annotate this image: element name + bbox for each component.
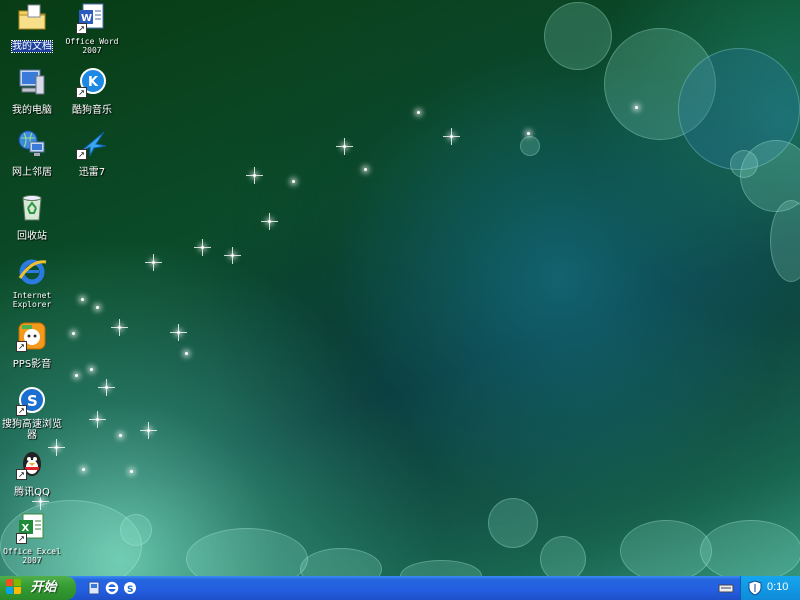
word-icon: W ↗	[76, 2, 108, 34]
desktop-icon-my-documents[interactable]: 我的文档	[0, 2, 64, 53]
svg-text:S: S	[127, 585, 133, 595]
icon-label: 酷狗音乐	[72, 105, 112, 116]
desktop-icon-sogou-browser[interactable]: S ↗ 搜狗高速浏览器	[0, 384, 64, 442]
system-tray: 0:10	[740, 576, 800, 600]
bokeh	[520, 136, 540, 156]
sparkle	[201, 239, 204, 256]
bokeh	[700, 520, 800, 582]
excel-icon: X ↗	[16, 512, 48, 544]
bokeh	[544, 2, 612, 70]
pps-icon: ↗	[16, 320, 48, 352]
bokeh	[730, 150, 758, 178]
desktop-icon-office-excel[interactable]: X ↗ Office Excel 2007	[0, 512, 64, 567]
desktop-icon-xunlei[interactable]: ↗ 迅雷7	[60, 128, 124, 179]
sparkle	[75, 374, 78, 377]
sparkle	[147, 422, 150, 439]
svg-text:K: K	[88, 75, 99, 90]
sparkle	[90, 368, 93, 371]
desktop-icon-my-computer[interactable]: 我的电脑	[0, 66, 64, 117]
sparkle	[96, 411, 99, 428]
icon-label: 我的文档	[11, 40, 53, 53]
network-icon	[16, 128, 48, 160]
sparkle	[185, 352, 188, 355]
recycle-bin-icon	[16, 192, 48, 224]
desktop-icon-recycle-bin[interactable]: 回收站	[0, 192, 64, 243]
clock[interactable]: 0:10	[767, 581, 788, 593]
xunlei-bird-icon: ↗	[76, 128, 108, 160]
bokeh	[620, 520, 712, 582]
shortcut-arrow-icon: ↗	[16, 405, 27, 416]
icon-label: 迅雷7	[78, 167, 106, 178]
sparkle	[292, 180, 295, 183]
shortcut-arrow-icon: ↗	[16, 469, 27, 480]
sparkle	[118, 319, 121, 336]
icon-label: Office Excel 2007	[3, 547, 61, 565]
sparkle	[96, 306, 99, 309]
icon-label: PPS影音	[12, 359, 52, 370]
sparkle	[81, 298, 84, 301]
sparkle	[152, 254, 155, 271]
icon-label: 网上邻居	[12, 167, 52, 178]
shortcut-arrow-icon: ↗	[76, 87, 87, 98]
sparkle	[343, 138, 346, 155]
computer-icon	[16, 66, 48, 98]
start-label: 开始	[30, 580, 57, 595]
show-desktop-icon[interactable]	[86, 580, 102, 596]
ie-icon	[16, 256, 48, 288]
desktop-icon-pps[interactable]: ↗ PPS影音	[0, 320, 64, 371]
sparkle	[39, 493, 42, 510]
ie-icon[interactable]	[104, 580, 120, 596]
taskbar: 开始 S 0:10	[0, 576, 800, 600]
sogou-browser-icon: S ↗	[16, 384, 48, 416]
shortcut-arrow-icon: ↗	[76, 23, 87, 34]
sparkle	[231, 247, 234, 264]
sparkle	[130, 470, 133, 473]
icon-label: Office Word 2007	[65, 37, 119, 55]
shortcut-arrow-icon: ↗	[16, 533, 27, 544]
sparkle	[119, 434, 122, 437]
icon-label: 搜狗高速浏览器	[2, 419, 62, 441]
sparkle	[72, 332, 75, 335]
sparkle	[105, 379, 108, 396]
desktop-icon-kugou-music[interactable]: K ↗ 酷狗音乐	[60, 66, 124, 117]
icon-label: 腾讯QQ	[14, 487, 50, 498]
sparkle	[253, 167, 256, 184]
bokeh	[770, 200, 800, 282]
desktop-icon-office-word[interactable]: W ↗ Office Word 2007	[60, 2, 124, 57]
folder-icon	[16, 2, 48, 34]
sparkle	[364, 168, 367, 171]
desktop-icon-qq[interactable]: ↗ 腾讯QQ	[0, 448, 64, 499]
start-button[interactable]: 开始	[0, 576, 76, 600]
desktop-icon-network-places[interactable]: 网上邻居	[0, 128, 64, 179]
sparkle	[82, 468, 85, 471]
icon-label: 回收站	[17, 231, 47, 242]
sparkle	[635, 106, 638, 109]
svg-text:S: S	[27, 392, 38, 410]
icon-label: 我的电脑	[12, 105, 52, 116]
shortcut-arrow-icon: ↗	[16, 341, 27, 352]
kugou-icon: K ↗	[76, 66, 108, 98]
shortcut-arrow-icon: ↗	[76, 149, 87, 160]
sparkle	[417, 111, 420, 114]
sparkle	[450, 128, 453, 145]
desktop[interactable]: 我的文档 W ↗ Office Word 2007 我的电脑 K ↗ 酷狗音乐 …	[0, 0, 800, 592]
bokeh	[488, 498, 538, 548]
keyboard-icon[interactable]	[718, 580, 734, 596]
sparkle	[527, 132, 530, 135]
windows-flag-icon	[6, 579, 22, 595]
sogou-icon[interactable]: S	[122, 580, 138, 596]
sparkle	[268, 213, 271, 230]
desktop-icon-internet-explorer[interactable]: Internet Explorer	[0, 256, 64, 311]
qq-penguin-icon: ↗	[16, 448, 48, 480]
security-shield-icon[interactable]	[747, 580, 763, 596]
icon-label: Internet Explorer	[12, 291, 52, 309]
sparkle	[177, 324, 180, 341]
